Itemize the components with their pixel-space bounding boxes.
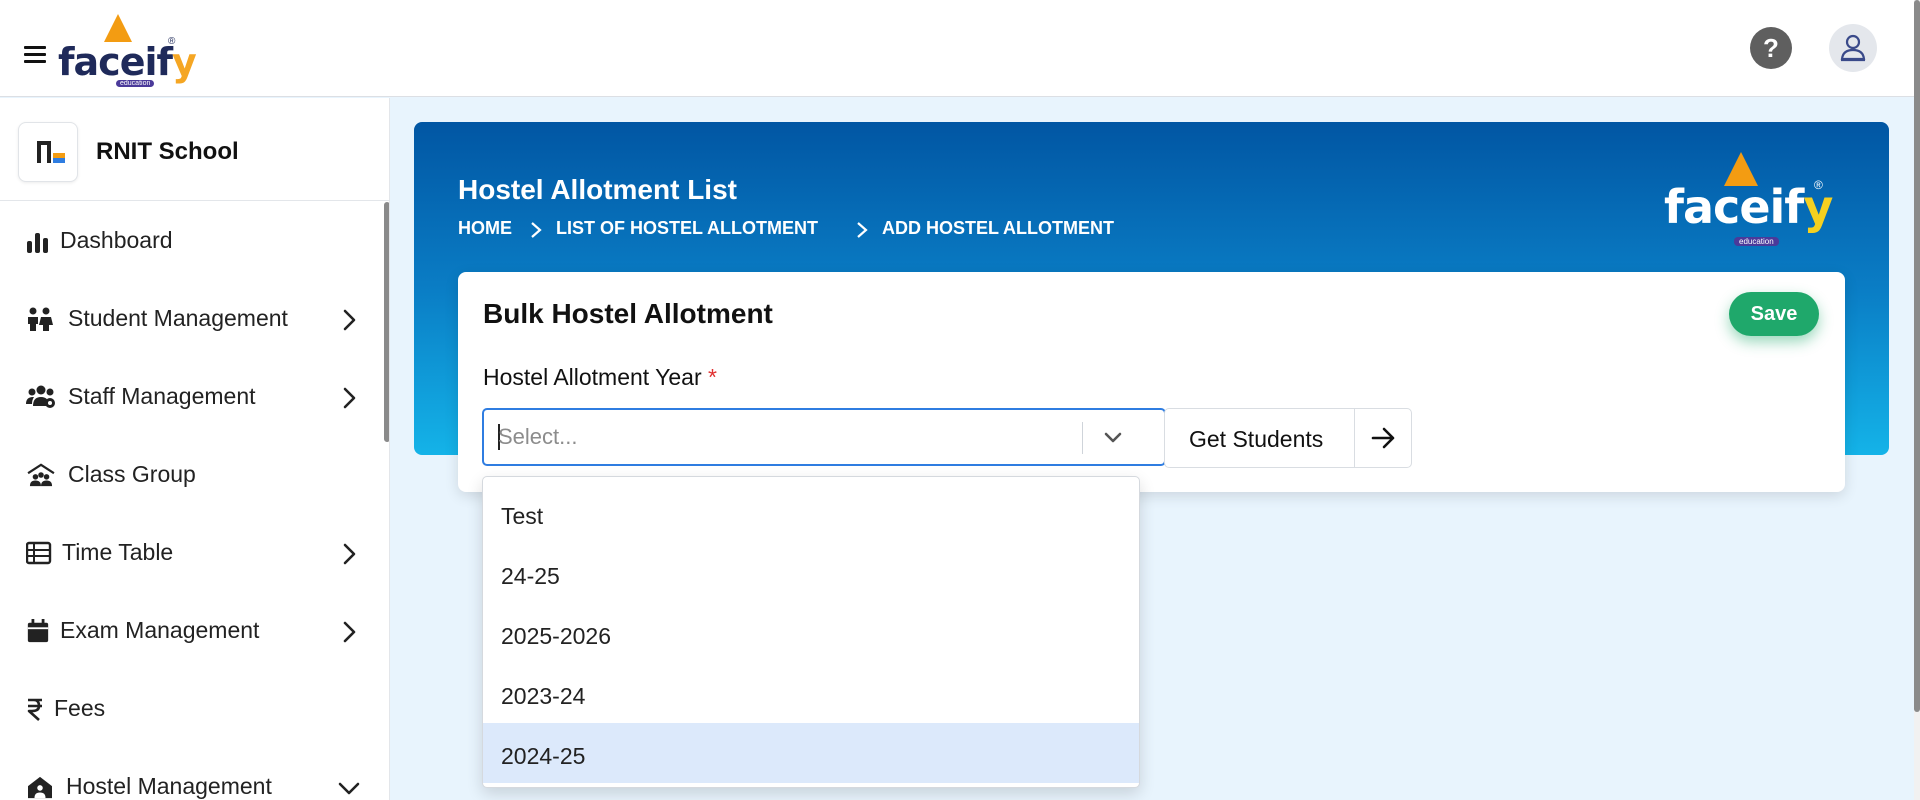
sidebar-item-staff-management[interactable]: Staff Management (0, 367, 384, 427)
school-name: RNIT School (96, 138, 239, 165)
rupee-icon (27, 698, 42, 721)
dropdown-option-label: 2024-25 (501, 743, 586, 769)
page-title: Hostel Allotment List (458, 174, 737, 205)
table-list-icon (26, 541, 52, 565)
chevron-right-icon (857, 222, 868, 238)
sidebar-item-label: Hostel Management (66, 773, 272, 799)
top-bar: faceify ® education ? (0, 0, 1914, 97)
dropdown-option[interactable]: 2025-2026 (483, 607, 1139, 665)
hamburger-menu-icon[interactable] (24, 46, 46, 64)
help-icon[interactable]: ? (1750, 27, 1792, 69)
get-students-button[interactable]: Get Students (1164, 408, 1412, 468)
sidebar-item-label: Dashboard (60, 227, 173, 253)
allotment-year-dropdown-menu: Test 24-25 2025-2026 2023-24 2024-25 (482, 476, 1140, 788)
allotment-year-label-text: Hostel Allotment Year (483, 364, 702, 390)
sidebar-item-label: Student Management (68, 305, 288, 331)
sidebar-scrollbar[interactable] (384, 202, 389, 442)
chevron-right-icon (343, 387, 356, 409)
chevron-right-icon (531, 222, 542, 238)
sidebar-item-label: Class Group (68, 461, 196, 487)
dropdown-option-label: 2025-2026 (501, 623, 611, 649)
breadcrumb-home[interactable]: HOME (458, 218, 512, 239)
faceify-logo[interactable]: faceify ® education (58, 10, 197, 87)
sidebar-item-label: Staff Management (68, 383, 256, 409)
dropdown-option[interactable]: 24-25 (483, 547, 1139, 605)
card-title: Bulk Hostel Allotment (483, 298, 773, 329)
dropdown-option[interactable]: Test (483, 487, 1139, 545)
dropdown-option-highlighted[interactable]: 2024-25 (483, 723, 1139, 783)
dropdown-option[interactable]: 2023-24 (483, 667, 1139, 725)
school-logo (18, 122, 78, 182)
allotment-year-label: Hostel Allotment Year * (483, 364, 717, 391)
class-group-icon (27, 463, 55, 487)
chart-bars-icon (27, 233, 48, 253)
chevron-right-icon (343, 621, 356, 643)
required-mark: * (708, 364, 717, 390)
allotment-year-select[interactable] (482, 408, 1166, 466)
arrow-right-icon[interactable] (1369, 425, 1397, 451)
chevron-down-icon (338, 782, 360, 795)
students-icon (28, 307, 53, 331)
faceify-banner-logo: faceify ® education (1664, 152, 1834, 252)
chevron-right-icon (343, 543, 356, 565)
sidebar-item-hostel-management[interactable]: Hostel Management (0, 757, 384, 800)
sidebar-item-class-group[interactable]: Class Group (0, 445, 384, 505)
button-separator (1354, 409, 1355, 467)
dropdown-option-label: 2023-24 (501, 683, 586, 709)
chevron-down-icon[interactable] (1098, 424, 1128, 452)
sidebar: RNIT School Dashboard Student Management… (0, 98, 390, 800)
calendar-icon (27, 619, 49, 643)
breadcrumb-list-of-hostel-allotment[interactable]: LIST OF HOSTEL ALLOTMENT (556, 218, 818, 239)
sidebar-item-dashboard[interactable]: Dashboard (0, 211, 384, 271)
chevron-right-icon (343, 309, 356, 331)
school-header: RNIT School (0, 98, 389, 201)
user-profile-icon[interactable] (1829, 24, 1877, 72)
sidebar-item-label: Time Table (62, 539, 174, 565)
select-separator (1082, 422, 1083, 454)
sidebar-item-label: Exam Management (60, 617, 260, 643)
save-button[interactable]: Save (1729, 292, 1819, 336)
hostel-icon (28, 776, 52, 799)
sidebar-item-fees[interactable]: Fees (0, 679, 384, 739)
breadcrumb-add-hostel-allotment: ADD HOSTEL ALLOTMENT (882, 218, 1114, 238)
dropdown-option-label: Test (501, 503, 544, 529)
allotment-year-input[interactable] (498, 422, 1058, 452)
page-scrollbar[interactable] (1914, 0, 1920, 800)
sidebar-item-exam-management[interactable]: Exam Management (0, 601, 384, 661)
bulk-allotment-card: Bulk Hostel Allotment Save Hostel Allotm… (458, 272, 1845, 492)
sidebar-item-student-management[interactable]: Student Management (0, 289, 384, 349)
staff-icon (26, 385, 55, 408)
dropdown-option-label: 24-25 (501, 563, 560, 589)
sidebar-item-label: Fees (54, 695, 106, 721)
get-students-label: Get Students (1189, 426, 1324, 452)
sidebar-item-time-table[interactable]: Time Table (0, 523, 384, 583)
